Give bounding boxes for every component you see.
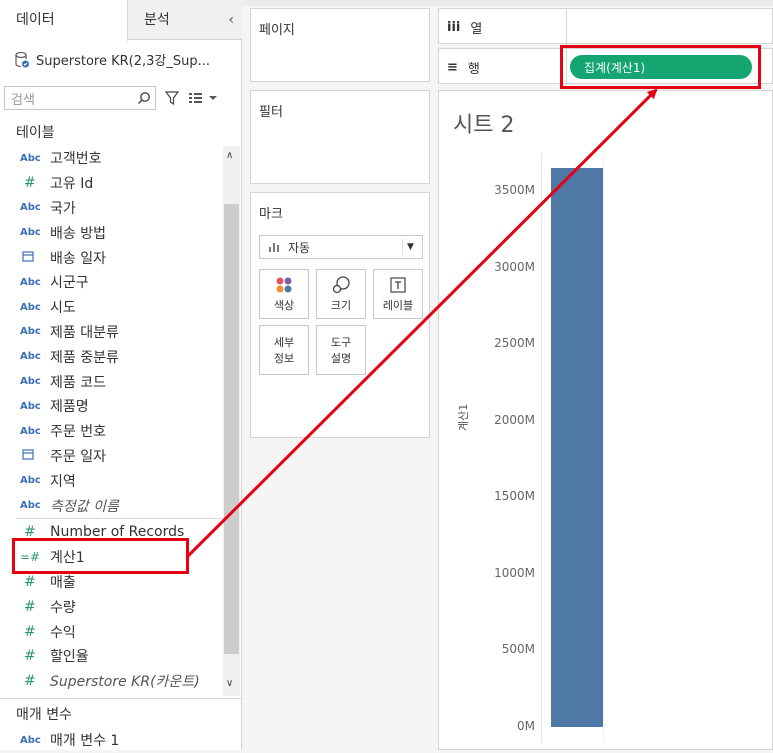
annotation-arrow (186, 88, 658, 558)
